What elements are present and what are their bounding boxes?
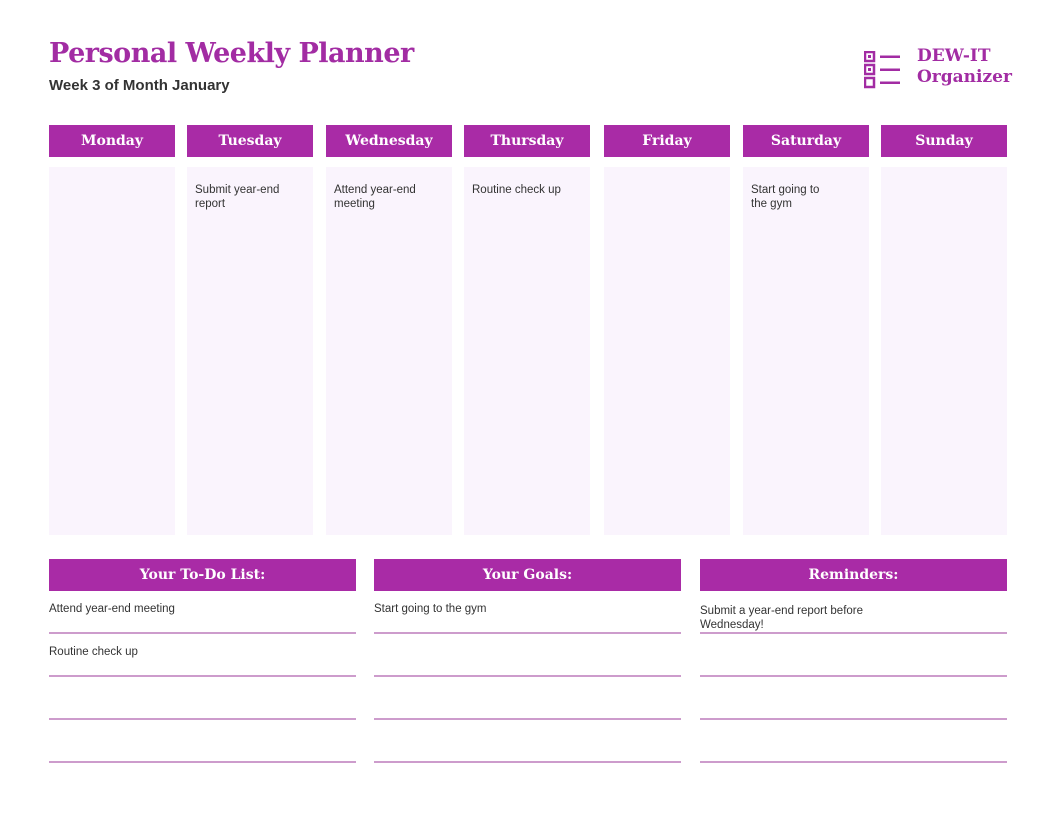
goal-item-text: Start going to the gym [374,603,487,615]
goal-line[interactable] [374,677,681,720]
todo-item-text: Attend year-end meeting [49,603,175,615]
day-notes-sunday[interactable] [881,167,1007,535]
goals-section: Your Goals: Start going to the gym [374,559,681,763]
day-column-tuesday: Tuesday Submit year-end report [187,125,313,535]
todo-line[interactable]: Attend year-end meeting [49,591,356,634]
day-column-saturday: Saturday Start going to the gym [743,125,869,535]
day-column-thursday: Thursday Routine check up [464,125,590,535]
reminder-line[interactable]: Submit a year-end report before Wednesda… [700,591,1007,634]
todo-line[interactable] [49,720,356,763]
day-notes-saturday[interactable]: Start going to the gym [743,167,869,535]
todo-line[interactable]: Routine check up [49,634,356,677]
logo-text: DEW-IT Organizer [917,46,1012,88]
reminders-header: Reminders: [700,559,1007,591]
day-header-tuesday: Tuesday [187,125,313,157]
reminder-line[interactable] [700,634,1007,677]
logo-line-2: Organizer [917,67,1012,87]
day-column-sunday: Sunday [881,125,1007,535]
page-subtitle: Week 3 of Month January [49,77,230,94]
day-header-thursday: Thursday [464,125,590,157]
day-notes-monday[interactable] [49,167,175,535]
logo-line-1: DEW-IT [917,46,991,66]
page-title: Personal Weekly Planner [49,38,414,69]
day-header-monday: Monday [49,125,175,157]
checklist-icon [864,51,900,89]
reminder-line[interactable] [700,720,1007,763]
day-notes-wednesday[interactable]: Attend year-end meeting [326,167,452,535]
goal-line[interactable]: Start going to the gym [374,591,681,634]
day-header-wednesday: Wednesday [326,125,452,157]
reminders-section: Reminders: Submit a year-end report befo… [700,559,1007,763]
day-column-wednesday: Wednesday Attend year-end meeting [326,125,452,535]
day-header-saturday: Saturday [743,125,869,157]
day-header-friday: Friday [604,125,730,157]
todo-item-text: Routine check up [49,646,138,658]
day-column-friday: Friday [604,125,730,535]
day-notes-friday[interactable] [604,167,730,535]
day-notes-thursday[interactable]: Routine check up [464,167,590,535]
reminder-line[interactable] [700,677,1007,720]
todo-header: Your To-Do List: [49,559,356,591]
day-header-sunday: Sunday [881,125,1007,157]
day-column-monday: Monday [49,125,175,535]
goal-line[interactable] [374,634,681,677]
reminder-item-text: Submit a year-end report before Wednesda… [700,605,864,631]
todo-line[interactable] [49,677,356,720]
day-notes-tuesday[interactable]: Submit year-end report [187,167,313,535]
goals-header: Your Goals: [374,559,681,591]
todo-section: Your To-Do List: Attend year-end meeting… [49,559,356,763]
goal-line[interactable] [374,720,681,763]
